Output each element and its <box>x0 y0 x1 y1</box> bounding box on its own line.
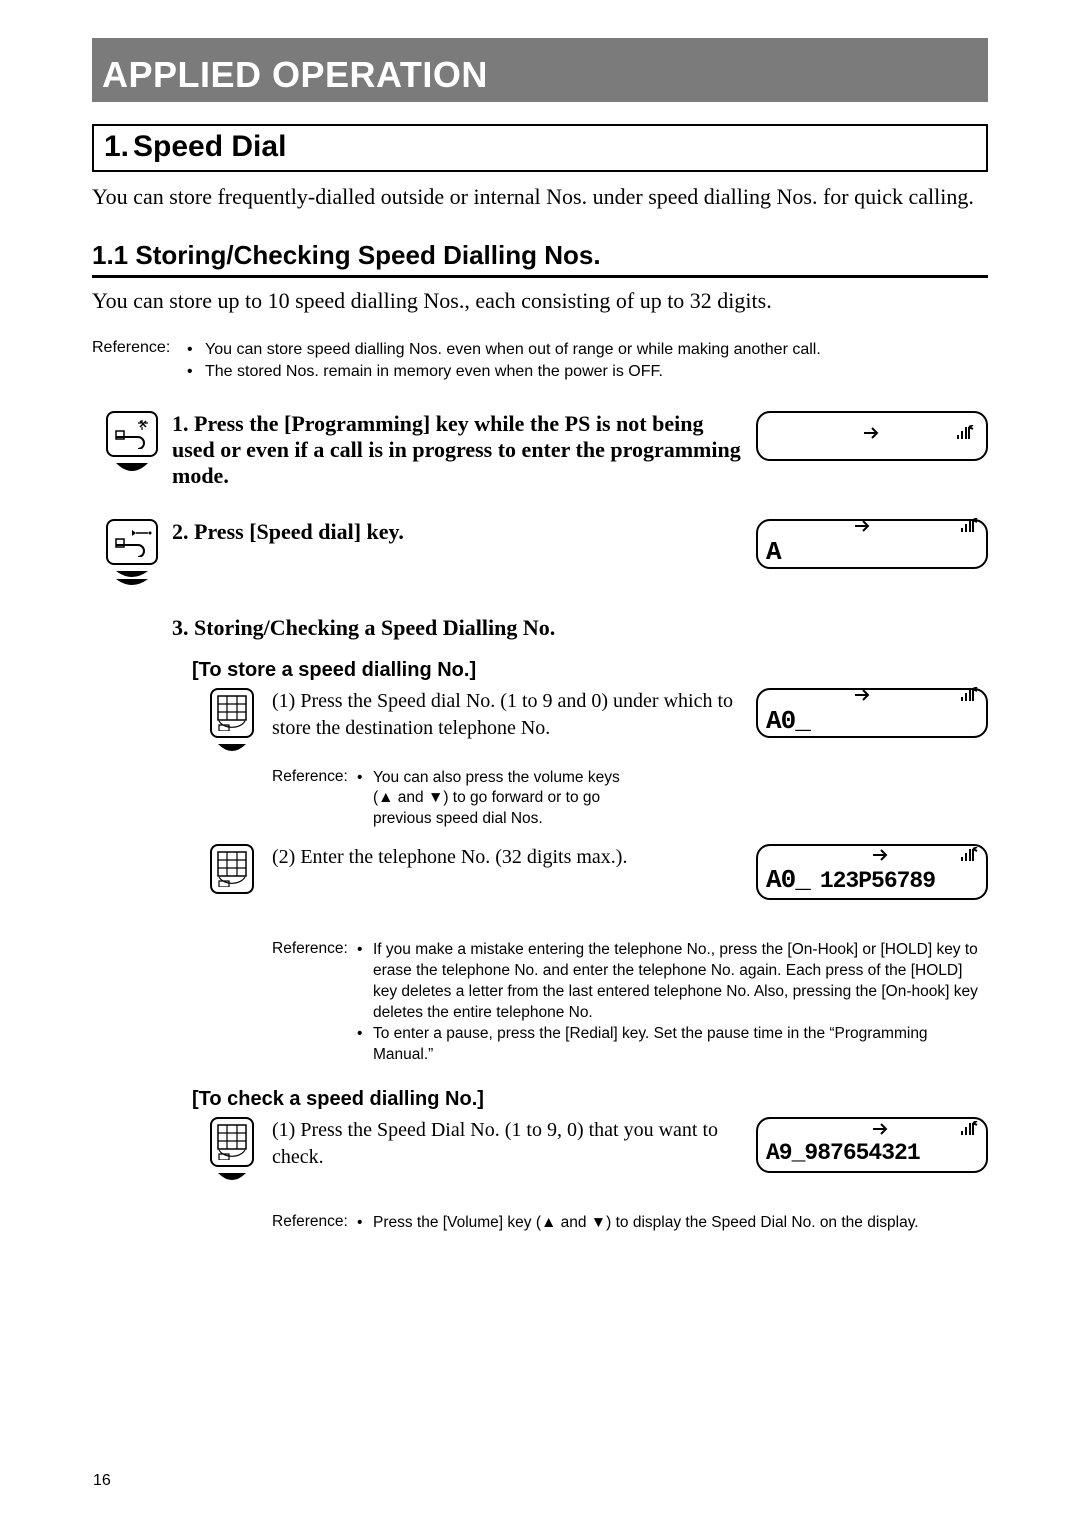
store-sub2-text: (2) Enter the telephone No. (32 digits m… <box>272 844 756 871</box>
lcd-display-check1: A9_987654321 <box>756 1117 988 1173</box>
title-bar: APPLIED OPERATION <box>92 52 988 102</box>
step-1-text: 1. Press the [Programming] key while the… <box>172 411 756 489</box>
store-sub2: (2) Enter the telephone No. (32 digits m… <box>192 844 988 900</box>
speed-dial-key-icon <box>106 519 158 565</box>
step-2: 2. Press [Speed dial] key. A <box>92 519 988 591</box>
store-ref1: Reference: •You can also press the volum… <box>272 768 632 831</box>
programming-key-icon <box>106 411 158 457</box>
check-heading: [To check a speed dialling No.] <box>192 1088 988 1111</box>
keypad-icon <box>210 1117 254 1167</box>
check-sub1-text: (1) Press the Speed Dial No. (1 to 9, 0)… <box>272 1117 756 1171</box>
lcd-arrow-icon <box>854 688 872 707</box>
reference-item: The stored Nos. remain in memory even wh… <box>205 361 663 383</box>
store-sub1: (1) Press the Speed dial No. (1 to 9 and… <box>192 688 988 756</box>
store-sub1-text: (1) Press the Speed dial No. (1 to 9 and… <box>272 688 756 742</box>
page-content: APPLIED OPERATION 1. Speed Dial You can … <box>92 38 988 1234</box>
reference-item: To enter a pause, press the [Redial] key… <box>373 1024 988 1066</box>
lcd-arrow-icon <box>863 426 881 445</box>
store-heading: [To store a speed dialling No.] <box>192 659 988 682</box>
step-3: 3. Storing/Checking a Speed Dialling No. <box>92 615 988 641</box>
reference-label: Reference: <box>92 339 187 357</box>
section-number: 1. <box>104 130 129 163</box>
lcd-arrow-icon <box>872 848 890 867</box>
step-3-text: 3. Storing/Checking a Speed Dialling No. <box>172 615 988 641</box>
subsection-title: 1.1 Storing/Checking Speed Dialling Nos. <box>92 240 988 271</box>
lcd-display-store2: A0_ 123P56789 <box>756 844 988 900</box>
lcd-display-store1: A0_ <box>756 688 988 738</box>
lcd-text: A9_987654321 <box>766 1140 978 1166</box>
reference-item: Press the [Volume] key (▲ and ▼) to disp… <box>373 1213 919 1234</box>
lcd-text-line1: A0_ <box>766 865 810 895</box>
check-block: [To check a speed dialling No.] (1) <box>192 1088 988 1234</box>
store-ref2: Reference: •If you make a mistake enteri… <box>272 940 988 1066</box>
step-2-text: 2. Press [Speed dial] key. <box>172 519 756 545</box>
down-arrow-icon <box>216 1171 248 1185</box>
reference-top: Reference: •You can store speed dialling… <box>92 339 988 382</box>
down-arrow-icon <box>216 742 248 756</box>
lcd-text-line2: 123P56789 <box>820 868 935 894</box>
lcd-antenna-icon <box>956 425 974 446</box>
reference-item: You can store speed dialling Nos. even w… <box>205 339 821 361</box>
lcd-arrow-icon <box>872 1122 890 1141</box>
keypad-icon <box>210 844 254 894</box>
lcd-arrow-icon <box>854 519 872 538</box>
keypad-icon <box>210 688 254 738</box>
store-block: [To store a speed dialling No.] (1) <box>192 659 988 1066</box>
reference-item: You can also press the volume keys (▲ an… <box>373 768 632 831</box>
lcd-text: A0_ <box>766 706 978 736</box>
reference-item: If you make a mistake entering the telep… <box>373 940 988 1024</box>
down-arrow-double-icon <box>114 569 150 591</box>
subsection-rule <box>92 275 988 278</box>
check-sub1: (1) Press the Speed Dial No. (1 to 9, 0)… <box>192 1117 988 1185</box>
lcd-display-step1 <box>756 411 988 461</box>
step-1: 1. Press the [Programming] key while the… <box>92 411 988 489</box>
subsection-intro: You can store up to 10 speed dialling No… <box>92 286 988 316</box>
section-intro: You can store frequently-dialled outside… <box>92 182 988 212</box>
reference-body: •You can store speed dialling Nos. even … <box>187 339 988 382</box>
page-number: 16 <box>93 1472 111 1490</box>
section-title: Speed Dial <box>133 130 286 163</box>
check-ref1: Reference: •Press the [Volume] key (▲ an… <box>272 1213 988 1234</box>
lcd-text: A <box>766 537 978 567</box>
lcd-display-step2: A <box>756 519 988 569</box>
steps: 1. Press the [Programming] key while the… <box>92 411 988 1234</box>
section-heading-box: 1. Speed Dial <box>92 124 988 172</box>
header-top-stripe <box>92 38 988 52</box>
down-arrow-icon <box>114 461 150 477</box>
title-bar-text: APPLIED OPERATION <box>102 54 488 95</box>
